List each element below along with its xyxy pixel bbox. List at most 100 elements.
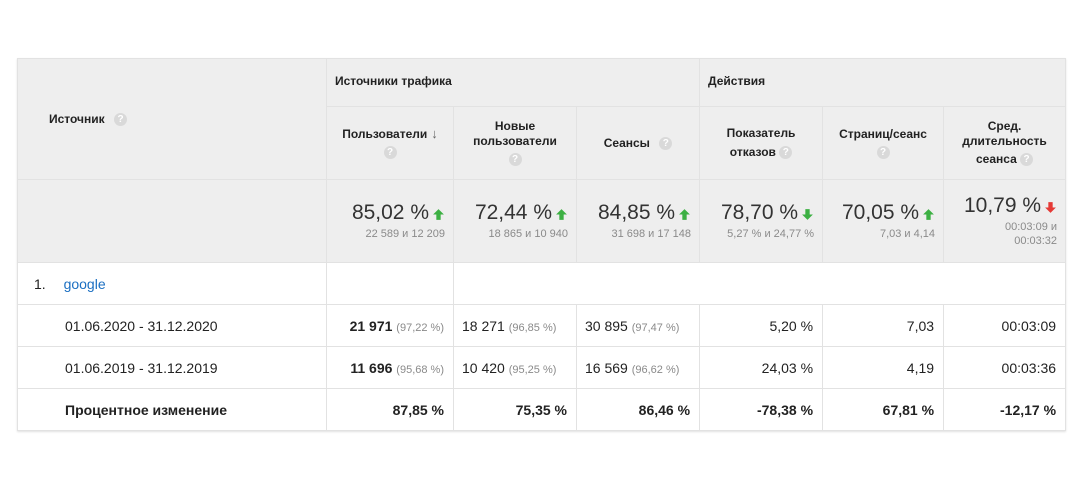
avg-duration-header-line2: длительность (962, 134, 1047, 148)
new-users-value: 10 420 (462, 359, 505, 376)
pages-per-session-cell: 7,03 (822, 304, 945, 347)
help-icon[interactable]: ? (383, 146, 397, 160)
help-icon[interactable]: ? (779, 146, 793, 160)
new-users-header-line1: Новые (494, 119, 536, 133)
bounce-rate-header-line1: Показатель (726, 126, 796, 140)
change-bounce-rate-cell: -78,38 % (699, 388, 824, 431)
sessions-value: 16 569 (585, 359, 628, 376)
bounce-rate-column-header[interactable]: Показатель отказов ? (699, 106, 824, 180)
sessions-header-label: Сеансы (603, 135, 650, 150)
help-icon[interactable]: ? (876, 145, 890, 159)
change-avg-duration-cell: -12,17 % (943, 388, 1067, 431)
bounce-rate-cell: 5,20 % (699, 304, 824, 347)
total-users-cell: 85,02 % 22 589 и 12 209 (326, 179, 454, 263)
actions-label: Действия (708, 73, 766, 88)
table-row: 01.06.2020 - 31.12.2020 21 971 (97,22 %)… (17, 304, 1067, 347)
sessions-value: 30 895 (585, 317, 628, 334)
arrow-up-green-icon (433, 209, 444, 221)
new-users-value: 18 271 (462, 317, 505, 334)
pages-per-session-header-label: Страниц/сеанс (839, 126, 927, 141)
source-header-label: Источник (49, 111, 105, 126)
new-users-header-line2: пользователи (473, 134, 557, 148)
total-pages-per-session-compare: 7,03 и 4,14 (879, 228, 936, 240)
sessions-cell: 30 895 (97,47 %) (575, 304, 701, 347)
total-avg-duration-value: 10,79 % (963, 194, 1042, 217)
arrow-down-green-icon (802, 209, 813, 221)
total-pages-per-session-value: 70,05 % (841, 201, 920, 224)
actions-group-header: Действия (699, 58, 1067, 107)
new-users-column-header[interactable]: Новые пользователи ? (453, 106, 577, 180)
arrow-up-green-icon (923, 209, 934, 221)
percent-change-row: Процентное изменение 87,85 % 75,35 % 86,… (17, 388, 1067, 431)
total-sessions-compare: 31 698 и 17 148 (611, 228, 692, 240)
percent-change-label: Процентное изменение (17, 388, 327, 431)
avg-duration-header-line1: Сред. (987, 119, 1022, 133)
traffic-sources-group-header: Источники трафика (325, 58, 701, 107)
analytics-report-table: Источник ? Источники трафика Действия По… (17, 58, 1067, 431)
pages-per-session-cell: 4,19 (822, 346, 945, 389)
help-icon[interactable]: ? (659, 136, 673, 150)
total-avg-duration-compare-2: 00:03:32 (1014, 235, 1058, 247)
users-column-header[interactable]: Пользователи ↓ ? (326, 106, 454, 180)
source-column-header[interactable]: Источник ? (17, 58, 327, 180)
avg-duration-cell: 00:03:36 (943, 346, 1067, 389)
bounce-rate-cell: 24,03 % (699, 346, 824, 389)
row-index: 1. (34, 275, 46, 292)
arrow-up-green-icon (679, 209, 690, 221)
total-new-users-compare: 18 865 и 10 940 (488, 228, 568, 240)
help-icon[interactable]: ? (1020, 153, 1034, 167)
users-cell: 21 971 (97,22 %) (326, 304, 454, 347)
change-new-users-cell: 75,35 % (453, 388, 577, 431)
total-users-compare: 22 589 и 12 209 (365, 228, 445, 240)
sort-desc-icon[interactable]: ↓ (431, 126, 438, 141)
bounce-rate-header-line2: отказов (729, 145, 776, 159)
users-value: 11 696 (350, 359, 393, 376)
total-avg-duration-compare-1: 00:03:09 и (1005, 221, 1058, 233)
change-sessions-cell: 86,46 % (575, 388, 701, 431)
report-table-wrapper: Источник ? Источники трафика Действия По… (17, 58, 1067, 431)
help-icon[interactable]: ? (114, 113, 127, 127)
users-value: 21 971 (349, 317, 393, 334)
users-percent: (97,22 %) (396, 321, 444, 334)
users-header-label: Пользователи (342, 127, 428, 141)
avg-duration-cell: 00:03:09 (943, 304, 1067, 347)
source-link-google[interactable]: google (64, 276, 106, 292)
new-users-cell: 18 271 (96,85 %) (453, 304, 577, 347)
users-percent: (95,68 %) (396, 363, 444, 376)
sessions-column-header[interactable]: Сеансы ? (575, 106, 701, 180)
total-pages-per-session-cell: 70,05 % 7,03 и 4,14 (822, 179, 945, 263)
group-empty-cell (326, 262, 454, 305)
table-row: 01.06.2019 - 31.12.2019 11 696 (95,68 %)… (17, 346, 1067, 389)
sessions-percent: (97,47 %) (631, 321, 680, 334)
traffic-sources-label: Источники трафика (335, 73, 452, 88)
arrow-down-red-icon (1045, 202, 1056, 214)
total-bounce-rate-cell: 78,70 % 5,27 % и 24,77 % (699, 179, 824, 263)
new-users-percent: (95,25 %) (508, 363, 557, 376)
users-cell: 11 696 (95,68 %) (326, 346, 454, 389)
change-users-cell: 87,85 % (326, 388, 454, 431)
date-range-label: 01.06.2019 - 31.12.2019 (17, 346, 327, 389)
pages-per-session-column-header[interactable]: Страниц/сеанс ? (822, 106, 945, 180)
total-bounce-rate-value: 78,70 % (720, 201, 799, 224)
date-range-label: 01.06.2020 - 31.12.2020 (17, 304, 327, 347)
total-new-users-value: 72,44 % (474, 201, 552, 224)
totals-label-cell (17, 179, 327, 263)
source-group-row: 1. google (17, 262, 1067, 305)
help-icon[interactable]: ? (508, 153, 522, 167)
new-users-percent: (96,85 %) (508, 321, 557, 334)
total-bounce-rate-compare: 5,27 % и 24,77 % (727, 228, 815, 240)
sessions-percent: (96,62 %) (631, 363, 680, 376)
totals-row: 85,02 % 22 589 и 12 209 72,44 % 18 865 и… (17, 179, 1067, 263)
total-avg-duration-cell: 10,79 % 00:03:09 и 00:03:32 (943, 179, 1067, 263)
change-pages-per-session-cell: 67,81 % (822, 388, 945, 431)
header-group-row: Источник ? Источники трафика Действия (17, 58, 1067, 180)
avg-session-duration-column-header[interactable]: Сред. длительность сеанса ? (943, 106, 1067, 180)
avg-duration-header-line3: сеанса (975, 152, 1017, 166)
total-sessions-cell: 84,85 % 31 698 и 17 148 (575, 179, 701, 263)
sessions-cell: 16 569 (96,62 %) (575, 346, 701, 389)
group-empty-span (453, 262, 1067, 305)
new-users-cell: 10 420 (95,25 %) (453, 346, 577, 389)
source-group-cell: 1. google (17, 262, 327, 305)
total-sessions-value: 84,85 % (597, 201, 676, 224)
total-new-users-cell: 72,44 % 18 865 и 10 940 (453, 179, 577, 263)
